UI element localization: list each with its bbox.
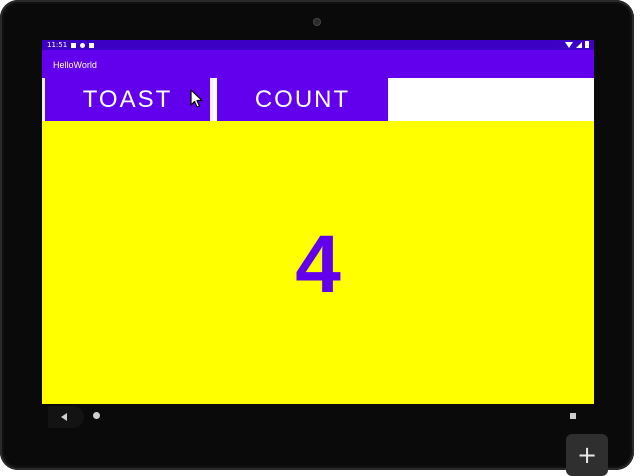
recents-icon[interactable] xyxy=(570,413,576,419)
toast-button[interactable]: TOAST xyxy=(42,78,213,121)
notification-icon xyxy=(71,42,77,48)
wifi-icon xyxy=(565,41,573,48)
sync-icon xyxy=(80,42,86,48)
app-title: HelloWorld xyxy=(53,60,97,70)
lock-icon xyxy=(89,42,95,48)
app-screen: 11:51 HelloWorld TOAST COUNT 4 xyxy=(42,40,594,404)
back-button[interactable] xyxy=(48,406,84,428)
status-left-group: 11:51 xyxy=(47,40,95,50)
mouse-cursor-icon xyxy=(190,89,203,108)
button-row: TOAST COUNT xyxy=(42,78,594,121)
battery-icon xyxy=(585,41,589,48)
app-bar: HelloWorld xyxy=(42,50,594,78)
camera-icon xyxy=(313,18,321,26)
status-time: 11:51 xyxy=(47,41,68,49)
home-icon[interactable] xyxy=(93,412,100,419)
status-bar: 11:51 xyxy=(42,40,594,50)
count-button[interactable]: COUNT xyxy=(217,78,388,121)
signal-icon xyxy=(576,41,582,48)
count-display: 4 xyxy=(295,219,341,310)
status-right-group xyxy=(565,41,589,48)
plus-icon[interactable]: + xyxy=(566,434,608,476)
navigation-bar xyxy=(42,404,594,428)
back-icon xyxy=(61,413,67,421)
